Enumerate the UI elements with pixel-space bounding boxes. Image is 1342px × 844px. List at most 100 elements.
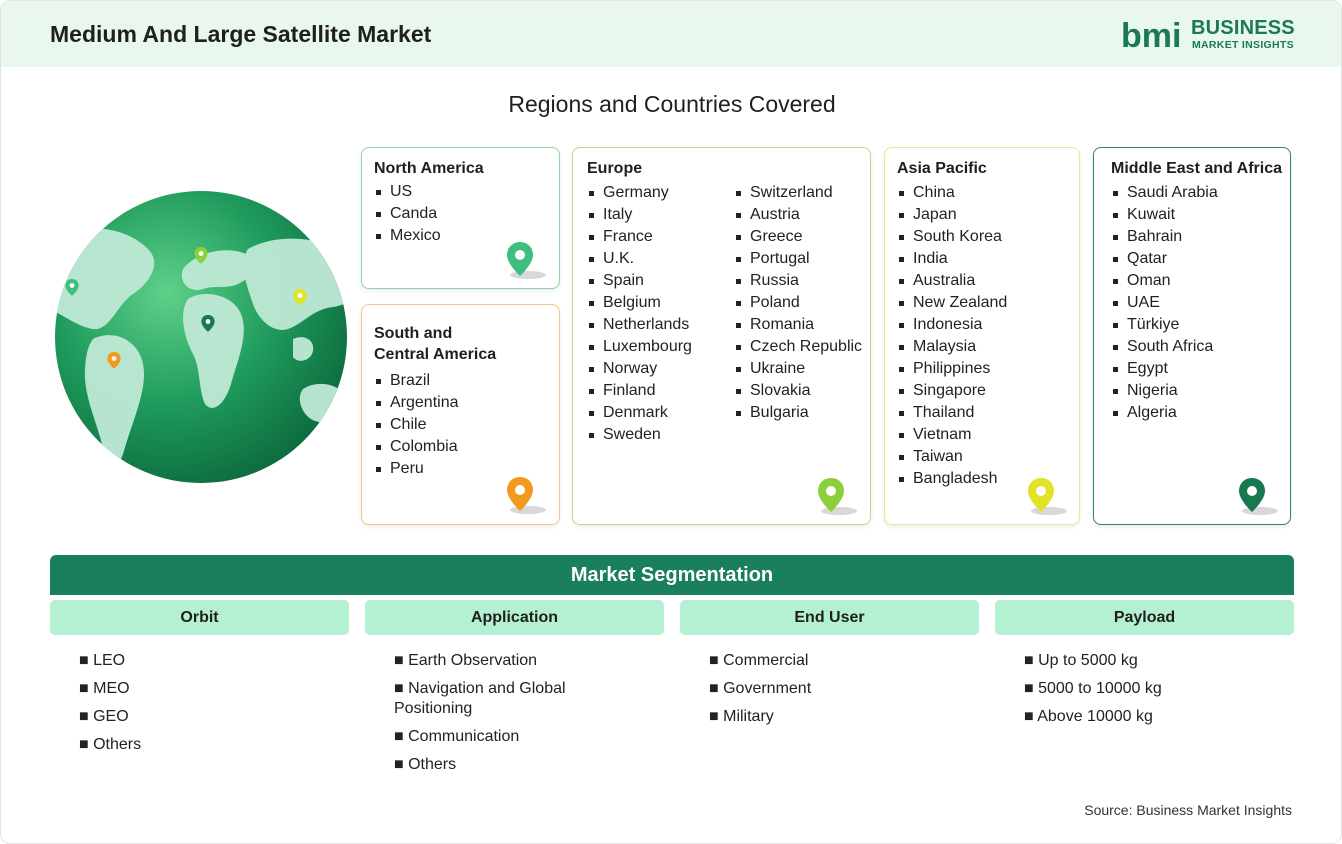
country-item: UAE <box>1111 292 1218 314</box>
country-item: Qatar <box>1111 248 1218 270</box>
segment-heading-application: Application <box>365 600 664 635</box>
region-card-north-america: North America US Canda Mexico <box>361 147 560 289</box>
segmentation-title: Market Segmentation <box>50 555 1294 595</box>
country-list: Saudi Arabia Kuwait Bahrain Qatar Oman U… <box>1111 182 1218 424</box>
segment-list-application: ■ Earth Observation ■ Navigation and Glo… <box>394 651 634 783</box>
country-item: Australia <box>897 270 1007 292</box>
country-item: France <box>587 226 692 248</box>
country-item: Türkiye <box>1111 314 1218 336</box>
segment-heading-end-user: End User <box>680 600 979 635</box>
logo-text-market-insights: MARKET INSIGHTS <box>1192 39 1294 51</box>
country-item: New Zealand <box>897 292 1007 314</box>
country-item: Brazil <box>374 370 459 392</box>
region-title: Asia Pacific <box>897 160 987 177</box>
source-note: Source: Business Market Insights <box>1084 802 1292 818</box>
country-list: China Japan South Korea India Australia … <box>897 182 1007 490</box>
country-item: Saudi Arabia <box>1111 182 1218 204</box>
region-title: Europe <box>587 160 643 177</box>
location-pin-icon <box>507 477 546 514</box>
country-item: Algeria <box>1111 402 1218 424</box>
country-item: Greece <box>734 226 862 248</box>
segment-list-orbit: ■ LEO ■ MEO ■ GEO ■ Others <box>79 651 339 763</box>
country-item: Kuwait <box>1111 204 1218 226</box>
location-pin-icon <box>507 242 546 279</box>
country-item: Thailand <box>897 402 1007 424</box>
region-title-line1: South and <box>374 325 453 342</box>
country-item: Taiwan <box>897 446 1007 468</box>
region-title: Middle East and Africa <box>1111 160 1282 177</box>
country-item: Ukraine <box>734 358 862 380</box>
segment-heading-payload: Payload <box>995 600 1294 635</box>
segment-item: ■ Above 10000 kg <box>1024 708 1153 725</box>
segment-item: ■ LEO <box>79 652 126 669</box>
country-item: China <box>897 182 1007 204</box>
country-item: Russia <box>734 270 862 292</box>
brand-logo: bmi BUSINESS MARKET INSIGHTS <box>1121 15 1301 55</box>
country-item: Spain <box>587 270 692 292</box>
country-item: South Korea <box>897 226 1007 248</box>
country-item: Belgium <box>587 292 692 314</box>
country-item: Malaysia <box>897 336 1007 358</box>
country-item: US <box>374 181 441 203</box>
country-item: Nigeria <box>1111 380 1218 402</box>
country-item: Austria <box>734 204 862 226</box>
country-item: Norway <box>587 358 692 380</box>
country-item: Colombia <box>374 436 459 458</box>
country-item: Canda <box>374 203 441 225</box>
region-card-south-central-america: South and Central America Brazil Argenti… <box>361 304 560 525</box>
country-item: Mexico <box>374 225 441 247</box>
page-title: Medium And Large Satellite Market <box>50 21 432 47</box>
country-item: Oman <box>1111 270 1218 292</box>
region-title: North America <box>374 160 484 177</box>
country-item: Italy <box>587 204 692 226</box>
logo-text-business: BUSINESS <box>1191 17 1295 39</box>
country-item: U.K. <box>587 248 692 270</box>
country-item: Bangladesh <box>897 468 1007 490</box>
location-pin-icon <box>1028 478 1067 515</box>
country-item: Denmark <box>587 402 692 424</box>
region-card-asia-pacific: Asia Pacific China Japan South Korea Ind… <box>884 147 1080 525</box>
segment-item: ■ 5000 to 10000 kg <box>1024 680 1162 697</box>
country-item: Switzerland <box>734 182 862 204</box>
region-title-line2: Central America <box>374 346 497 363</box>
country-item: Indonesia <box>897 314 1007 336</box>
location-pin-icon <box>818 478 857 515</box>
country-item: Philippines <box>897 358 1007 380</box>
country-item: Bulgaria <box>734 402 862 424</box>
segment-list-payload: ■ Up to 5000 kg ■ 5000 to 10000 kg ■ Abo… <box>1024 651 1284 735</box>
country-list-col2: Switzerland Austria Greece Portugal Russ… <box>734 182 862 424</box>
country-item: Netherlands <box>587 314 692 336</box>
country-item: Argentina <box>374 392 459 414</box>
country-item: Slovakia <box>734 380 862 402</box>
country-item: Chile <box>374 414 459 436</box>
infographic-frame: Medium And Large Satellite Market bmi BU… <box>0 0 1342 844</box>
regions-title: Regions and Countries Covered <box>508 91 836 117</box>
segment-item: ■ Earth Observation <box>394 652 538 669</box>
segment-item: ■ Others <box>79 736 142 753</box>
segment-heading-orbit: Orbit <box>50 600 349 635</box>
segment-item: ■ Others <box>394 756 457 773</box>
country-item: Finland <box>587 380 692 402</box>
country-item: India <box>897 248 1007 270</box>
country-item: Vietnam <box>897 424 1007 446</box>
segment-item: ■ Military <box>709 708 774 725</box>
location-pin-icon <box>1239 478 1278 515</box>
country-item: Peru <box>374 458 459 480</box>
country-list: US Canda Mexico <box>374 181 441 247</box>
segment-item: ■ MEO <box>79 680 130 697</box>
country-item: Sweden <box>587 424 692 446</box>
segment-item: ■ Government <box>709 680 812 697</box>
country-item: Bahrain <box>1111 226 1218 248</box>
segment-item: ■ GEO <box>79 708 129 725</box>
country-item: Czech Republic <box>734 336 862 358</box>
country-list: Brazil Argentina Chile Colombia Peru <box>374 370 459 480</box>
segment-item: ■ Up to 5000 kg <box>1024 652 1138 669</box>
country-item: Portugal <box>734 248 862 270</box>
segment-item: ■ Commercial <box>709 652 809 669</box>
region-title: South and Central America <box>374 323 496 365</box>
country-list-col1: Germany Italy France U.K. Spain Belgium … <box>587 182 692 446</box>
header-bar: Medium And Large Satellite Market bmi BU… <box>1 1 1341 67</box>
region-card-middle-east-africa: Middle East and Africa Saudi Arabia Kuwa… <box>1093 147 1291 525</box>
country-item: Luxembourg <box>587 336 692 358</box>
country-item: Germany <box>587 182 692 204</box>
